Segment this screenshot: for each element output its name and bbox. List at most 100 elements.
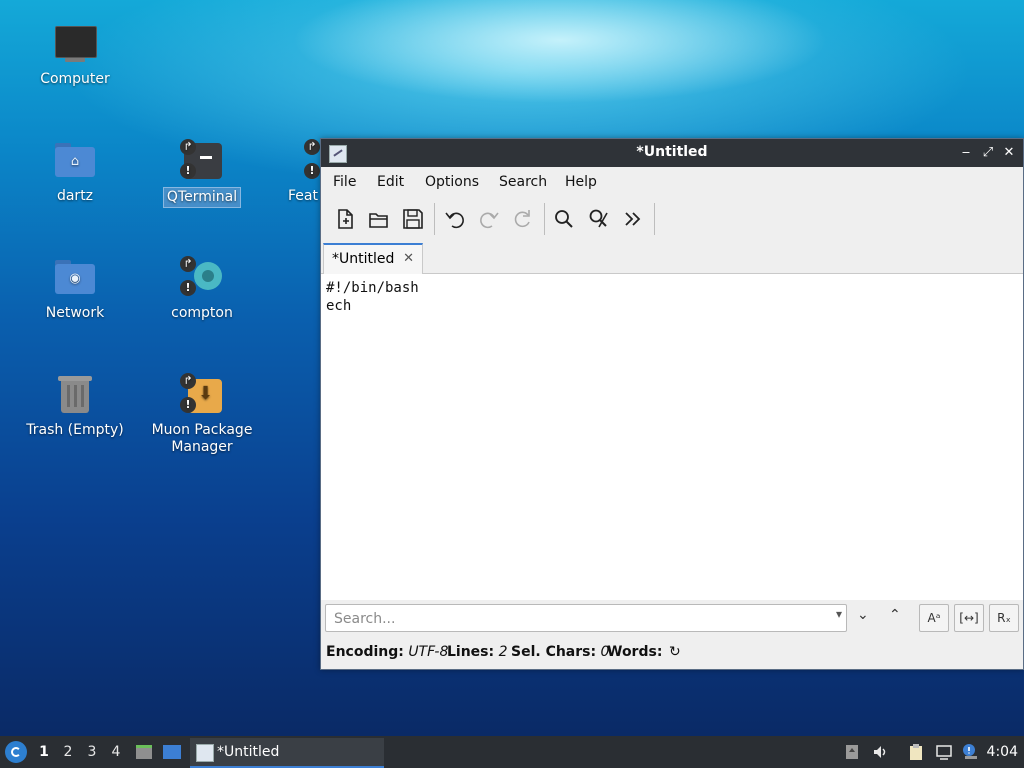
clock[interactable]: 4:04 bbox=[987, 744, 1018, 760]
search-input[interactable] bbox=[332, 608, 826, 630]
close-button[interactable]: ✕ bbox=[1000, 143, 1018, 163]
sel-chars-label: Sel. Chars: bbox=[511, 644, 597, 660]
tray-volume[interactable] bbox=[871, 743, 889, 761]
desktop-icon-qterminal[interactable]: ↱! QTerminal bbox=[147, 139, 257, 208]
desktop-icon-featherpad[interactable]: ↱! Feat bbox=[274, 139, 320, 206]
search-box[interactable]: ▾ bbox=[325, 604, 847, 632]
redo-icon bbox=[480, 212, 499, 229]
trash-icon bbox=[53, 373, 97, 417]
status-words: Words: bbox=[607, 644, 662, 660]
desktop-icon-trash[interactable]: Trash (Empty) bbox=[20, 373, 130, 440]
desktop-icon-label: Computer bbox=[40, 71, 110, 87]
find-next-button[interactable]: ⌄ bbox=[857, 607, 869, 623]
menu-search[interactable]: Search bbox=[499, 174, 547, 190]
taskbar: 1 2 3 4 *Untitled 4:04 bbox=[0, 736, 1024, 768]
more-tools-button[interactable] bbox=[619, 205, 647, 233]
regex-button[interactable]: Rₓ bbox=[989, 604, 1019, 632]
menu-options[interactable]: Options bbox=[425, 174, 479, 190]
chevron-double-right-icon bbox=[625, 212, 641, 226]
toolbar-separator bbox=[654, 203, 655, 235]
find-previous-button[interactable]: ⌃ bbox=[889, 607, 901, 623]
toolbar-separator bbox=[544, 203, 545, 235]
window-title: *Untitled bbox=[636, 144, 708, 160]
desktop-icon-computer[interactable]: Computer bbox=[20, 22, 130, 89]
new-document-button[interactable] bbox=[331, 205, 359, 233]
tray-notifications[interactable] bbox=[961, 743, 979, 761]
words-label: Words: bbox=[607, 644, 663, 660]
clipboard-icon bbox=[910, 744, 922, 760]
file-manager-launcher[interactable] bbox=[134, 742, 154, 762]
terminal-icon: ↱! bbox=[180, 139, 224, 183]
show-desktop-icon bbox=[163, 745, 181, 759]
tray-clipboard[interactable] bbox=[907, 743, 925, 761]
new-document-icon bbox=[338, 209, 353, 229]
workspace-4[interactable]: 4 bbox=[108, 744, 124, 760]
tab-close-icon[interactable]: ✕ bbox=[403, 245, 414, 273]
desktop-icon-label: dartz bbox=[56, 188, 94, 204]
toolbar-separator bbox=[434, 203, 435, 235]
desktop-icon-network[interactable]: ◉ Network bbox=[20, 256, 130, 323]
status-lines: Lines: 2 bbox=[447, 644, 508, 660]
status-encoding: Encoding: UTF-8 bbox=[326, 644, 448, 660]
taskbar-task-untitled[interactable]: *Untitled bbox=[190, 738, 384, 768]
chevron-down-icon[interactable]: ▾ bbox=[836, 607, 842, 621]
menu-edit[interactable]: Edit bbox=[377, 174, 404, 190]
title-bar[interactable]: *Untitled ‒ ⤢ ✕ bbox=[321, 139, 1023, 167]
menu-bar: File Edit Options Search Help bbox=[321, 167, 1023, 197]
editor-line-1: #!/bin/bash bbox=[326, 280, 419, 296]
menu-help[interactable]: Help bbox=[565, 174, 597, 190]
tab-label: *Untitled bbox=[332, 251, 395, 267]
status-bar: Encoding: UTF-8 Lines: 2 Sel. Chars: 0 W… bbox=[321, 639, 1023, 667]
network-icon bbox=[936, 745, 952, 760]
status-sel-chars: Sel. Chars: 0 bbox=[511, 644, 609, 660]
volume-icon bbox=[874, 746, 886, 758]
tray-network[interactable] bbox=[935, 743, 953, 761]
redo-button[interactable] bbox=[475, 205, 503, 233]
computer-icon bbox=[53, 22, 97, 66]
desktop-icon-dartz[interactable]: ⌂ dartz bbox=[20, 139, 130, 206]
workspace-3[interactable]: 3 bbox=[84, 744, 100, 760]
open-folder-icon bbox=[369, 213, 388, 228]
minimize-button[interactable]: ‒ bbox=[957, 143, 975, 163]
network-folder-icon: ◉ bbox=[53, 256, 97, 300]
desktop-icon-label: Trash (Empty) bbox=[26, 422, 124, 438]
desktop-icon-label: Feat bbox=[288, 188, 318, 204]
tray-updates[interactable] bbox=[843, 743, 861, 761]
gear-icon: ↱! bbox=[180, 256, 224, 300]
home-folder-icon: ⌂ bbox=[53, 139, 97, 183]
desktop-icon-muon[interactable]: ⬇ ↱! Muon Package Manager bbox=[147, 373, 257, 457]
tab-untitled[interactable]: *Untitled ✕ bbox=[323, 243, 423, 274]
editor-line-2: ech bbox=[326, 298, 352, 314]
maximize-button[interactable]: ⤢ bbox=[979, 143, 997, 163]
refresh-words-icon[interactable]: ↻ bbox=[669, 644, 681, 660]
undo-button[interactable] bbox=[441, 205, 469, 233]
whole-word-button[interactable]: [↔] bbox=[954, 604, 984, 632]
open-button[interactable] bbox=[365, 205, 393, 233]
desktop-icon-label: compton bbox=[171, 305, 233, 321]
reload-button[interactable] bbox=[508, 205, 536, 233]
find-button[interactable] bbox=[550, 205, 578, 233]
desktop-icon-label: Network bbox=[45, 305, 105, 321]
menu-file[interactable]: File bbox=[333, 174, 356, 190]
desktop-icon-label: QTerminal bbox=[162, 187, 242, 208]
match-case-button[interactable]: Aᵃ bbox=[919, 604, 949, 632]
show-desktop-button[interactable] bbox=[162, 742, 182, 762]
toolbar bbox=[321, 199, 1023, 239]
search-bar: ▾ ⌄ ⌃ Aᵃ [↔] Rₓ bbox=[321, 601, 1023, 635]
lines-value: 2 bbox=[498, 644, 508, 660]
workspace-1[interactable]: 1 bbox=[36, 744, 52, 760]
featherpad-icon: ↱! bbox=[304, 139, 320, 183]
search-icon bbox=[555, 210, 573, 228]
replace-button[interactable] bbox=[585, 205, 613, 233]
lines-label: Lines: bbox=[447, 644, 495, 660]
desktop-icon-compton[interactable]: ↱! compton bbox=[147, 256, 257, 323]
package-icon: ⬇ ↱! bbox=[180, 373, 224, 417]
start-menu-button[interactable] bbox=[5, 741, 27, 763]
text-editor[interactable]: #!/bin/bash ech bbox=[321, 274, 1023, 600]
save-button[interactable] bbox=[399, 205, 427, 233]
task-label: *Untitled bbox=[217, 744, 280, 760]
desktop-icon-label: Muon Package Manager bbox=[151, 422, 253, 455]
workspace-2[interactable]: 2 bbox=[60, 744, 76, 760]
find-replace-icon bbox=[589, 209, 608, 228]
updates-icon bbox=[846, 745, 858, 759]
